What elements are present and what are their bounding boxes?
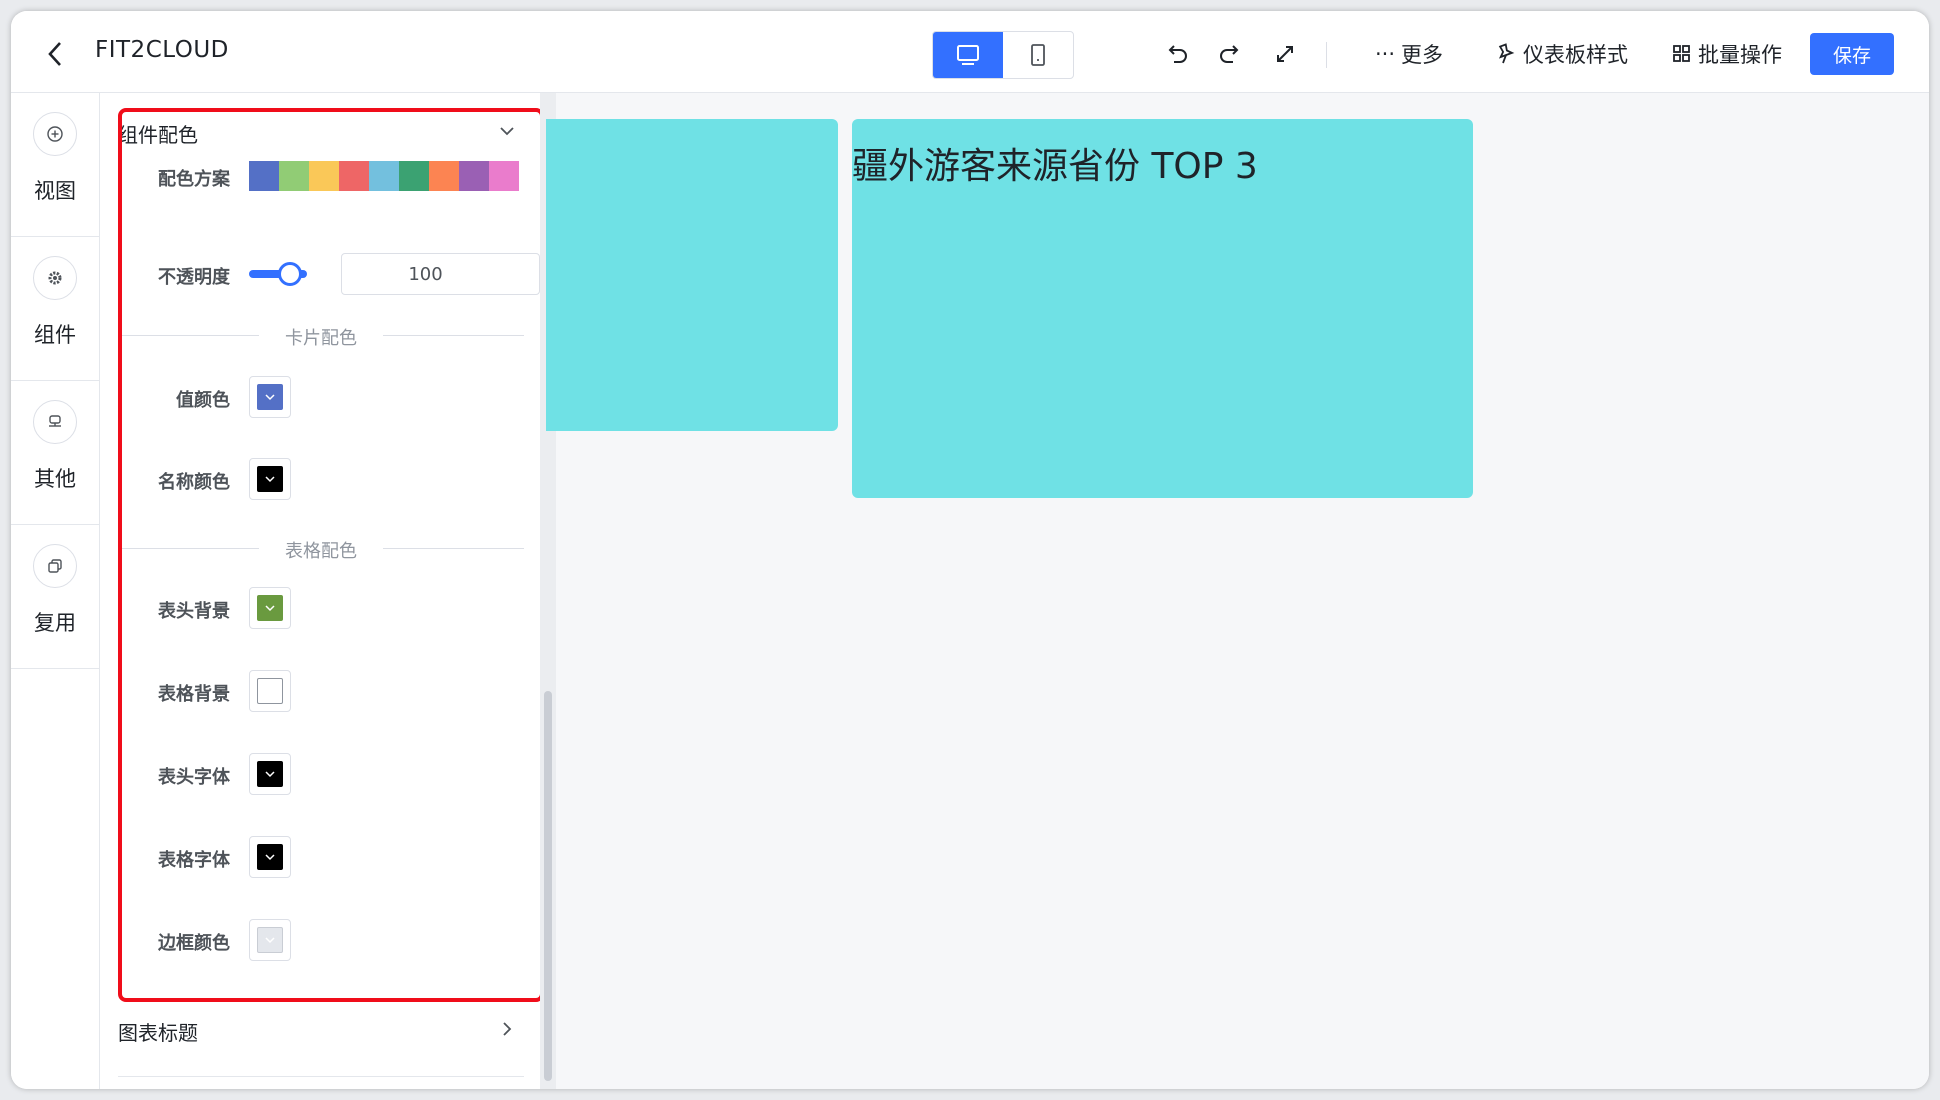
- pin-icon: [1498, 43, 1515, 64]
- header-bg-picker[interactable]: [249, 587, 291, 629]
- fullscreen-button[interactable]: [1270, 39, 1300, 69]
- header-font-swatch: [257, 761, 283, 787]
- card-title: 疆外游客来源省份 TOP 3: [852, 146, 1258, 187]
- palette-swatch: [249, 161, 279, 191]
- name-color-swatch: [257, 466, 283, 492]
- section-title-chart-title[interactable]: 图表标题: [118, 1017, 198, 1046]
- border-color-label: 边框颜色: [158, 933, 230, 954]
- undo-icon: [1168, 45, 1187, 63]
- rail-label: 其他: [34, 467, 76, 491]
- redo-icon: [1220, 45, 1239, 63]
- table-bg-picker[interactable]: [249, 670, 291, 712]
- dashboard-card[interactable]: [546, 119, 838, 431]
- left-rail: 视图 组件 其他 复用: [11, 93, 100, 1089]
- chevron-down-icon: [265, 937, 275, 944]
- dashboard-style-button[interactable]: 仪表板样式: [1495, 39, 1628, 69]
- grid-icon: [1673, 45, 1690, 62]
- undo-button[interactable]: [1162, 39, 1192, 69]
- value-color-picker[interactable]: [249, 376, 291, 418]
- chevron-down-icon: [265, 605, 275, 612]
- redo-button[interactable]: [1215, 39, 1245, 69]
- color-scheme-palette[interactable]: [249, 161, 519, 191]
- chevron-down-icon: [265, 771, 275, 778]
- top-header: FIT2CLOUD ··· 更多 仪表板样式 批量操作 保存: [11, 11, 1929, 93]
- chevron-down-icon: [265, 476, 275, 483]
- value-color-label: 值颜色: [176, 390, 230, 411]
- table-color-divider-label: 表格配色: [259, 537, 383, 563]
- rail-label: 复用: [34, 611, 76, 635]
- palette-swatch: [279, 161, 309, 191]
- name-color-label: 名称颜色: [158, 472, 230, 493]
- mobile-view-button[interactable]: [1003, 32, 1073, 78]
- header-bg-label: 表头背景: [158, 601, 230, 622]
- palette-swatch: [489, 161, 519, 191]
- plus-circle-icon: [33, 112, 77, 156]
- dashboard-card-top3[interactable]: 疆外游客来源省份 TOP 3: [852, 119, 1473, 498]
- section-divider: [118, 1076, 524, 1077]
- stamp-icon: [33, 400, 77, 444]
- palette-swatch: [309, 161, 339, 191]
- rail-item-other[interactable]: 其他: [11, 381, 99, 525]
- rail-label: 组件: [34, 323, 76, 347]
- dashboard-canvas: 疆外游客来源省份 TOP 3: [546, 93, 1929, 1089]
- header-bg-swatch: [257, 595, 283, 621]
- color-scheme-label: 配色方案: [158, 169, 230, 190]
- header-divider: [1326, 42, 1327, 68]
- rail-label: 视图: [34, 179, 76, 203]
- monitor-icon: [957, 45, 979, 65]
- app-title: FIT2CLOUD: [95, 37, 229, 63]
- chevron-right-icon[interactable]: [497, 1019, 517, 1039]
- rail-item-reuse[interactable]: 复用: [11, 525, 99, 669]
- dashboard-style-label: 仪表板样式: [1523, 43, 1628, 67]
- chevron-down-icon: [265, 854, 275, 861]
- palette-swatch: [459, 161, 489, 191]
- palette-swatch: [339, 161, 369, 191]
- more-button[interactable]: ··· 更多: [1375, 39, 1443, 69]
- opacity-label: 不透明度: [158, 267, 230, 288]
- border-color-swatch: [257, 927, 283, 953]
- palette-swatch: [399, 161, 429, 191]
- more-label: 更多: [1401, 43, 1444, 67]
- batch-operation-label: 批量操作: [1698, 43, 1782, 67]
- border-color-picker[interactable]: [249, 919, 291, 961]
- rail-item-component[interactable]: 组件: [11, 237, 99, 381]
- opacity-input[interactable]: 100: [341, 253, 540, 295]
- desktop-view-button[interactable]: [933, 32, 1003, 78]
- copy-icon: [33, 544, 77, 588]
- more-dots-icon: ···: [1375, 42, 1396, 66]
- opacity-slider-handle[interactable]: [278, 262, 302, 286]
- palette-swatch: [369, 161, 399, 191]
- expand-icon: [1277, 46, 1293, 62]
- section-title-component-color[interactable]: 组件配色: [118, 119, 198, 148]
- gear-icon: [33, 256, 77, 300]
- device-toggle: [932, 31, 1074, 79]
- name-color-picker[interactable]: [249, 458, 291, 500]
- chevron-down-icon: [265, 394, 275, 401]
- app-window: FIT2CLOUD ··· 更多 仪表板样式 批量操作 保存 视图 组件 其他 …: [11, 11, 1929, 1089]
- config-panel: 组件配色 配色方案 不透明度 100 卡片配色 值颜色 名称颜色 表格配色 表头…: [100, 93, 540, 1089]
- table-font-swatch: [257, 844, 283, 870]
- table-font-label: 表格字体: [158, 850, 230, 871]
- value-color-swatch: [257, 384, 283, 410]
- table-color-divider: 表格配色: [118, 537, 524, 563]
- table-font-picker[interactable]: [249, 836, 291, 878]
- chevron-down-icon[interactable]: [497, 121, 517, 141]
- table-bg-swatch: [257, 678, 283, 704]
- save-button[interactable]: 保存: [1810, 33, 1894, 75]
- card-color-divider: 卡片配色: [118, 324, 524, 350]
- batch-operation-button[interactable]: 批量操作: [1672, 39, 1782, 69]
- header-font-picker[interactable]: [249, 753, 291, 795]
- panel-scrollbar-thumb[interactable]: [544, 691, 552, 1081]
- header-font-label: 表头字体: [158, 767, 230, 788]
- phone-icon: [1031, 44, 1045, 66]
- back-arrow-icon[interactable]: [43, 39, 67, 69]
- card-color-divider-label: 卡片配色: [259, 324, 383, 350]
- palette-swatch: [429, 161, 459, 191]
- rail-item-view[interactable]: 视图: [11, 93, 99, 237]
- table-bg-label: 表格背景: [158, 684, 230, 705]
